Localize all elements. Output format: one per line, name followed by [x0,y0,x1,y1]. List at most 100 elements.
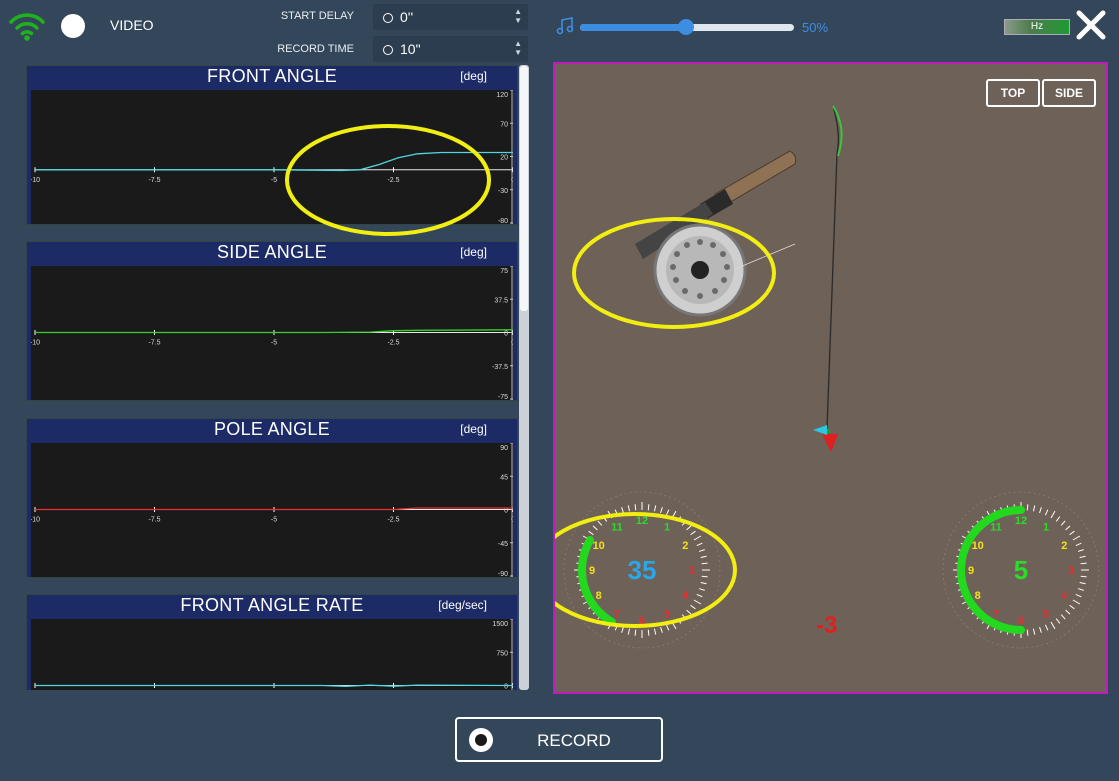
gauge-tick [1055,516,1061,522]
x-tick-label: -2.5 [387,177,399,184]
chart-plot: -10-7.5-5-2.5090450-45-90 [31,443,513,577]
gauge-tick [698,549,705,552]
chart-title: SIDE ANGLE [216,242,328,262]
volume-slider-fill [580,24,686,31]
gauge-hour-label: 12 [636,515,648,527]
gauge-tick [1079,581,1086,585]
gauge-hour-label: 3 [1068,565,1074,577]
gauge-tick [653,505,657,512]
gauge-tick [693,535,702,541]
x-tick-label: -10 [31,517,40,524]
gauge-hour-label: 6 [1018,615,1024,627]
gauge-tick [665,624,670,631]
gauge-hour-label: 8 [596,590,602,602]
chart-plot: -10-7.5-5-2.501207020-30-80 [31,90,513,224]
gauge-hour-label: 8 [975,590,981,602]
record-time-label: RECORD TIME [277,43,354,55]
charts-panel[interactable]: FRONT ANGLE [deg] -10 -7.5 -5 -2.5 0 120 70 20 -… [26,65,518,690]
y-tick-label: 120 [496,92,508,99]
volume-slider-knob[interactable] [678,19,694,35]
gauge-tick [627,505,631,512]
gauge-tick [700,581,707,585]
x-tick-label: -5 [271,517,277,524]
y-tick-label: 37.5 [494,297,508,304]
center-value: -3 [816,612,838,639]
gauge-tick [665,509,670,516]
chart-front-angle-rate: FRONT ANGLE RATE [deg/sec] -10-7.5-5-2.5… [26,594,518,690]
chart-unit: [deg] [460,245,487,259]
gauge-hour-label: 9 [589,565,595,577]
y-tick-label: 20 [500,155,508,162]
gauge-hour-label: 9 [968,565,974,577]
x-tick-label: -5 [271,177,277,184]
y-tick-label: -90 [498,571,508,577]
gauge-hour-label: 4 [1061,590,1068,602]
gauge-tick [1077,588,1084,591]
y-tick-label: -80 [498,218,508,224]
gauge-tick [696,593,703,598]
x-tick-label: -7.5 [148,340,160,347]
gauge-tick [634,629,637,636]
gauge-hour-label: 1 [664,522,670,534]
music-icon [556,17,574,35]
video-label: VIDEO [110,17,154,33]
y-tick-label: 0 [504,331,508,338]
spinner-arrows-icon: ▲ ▼ [514,7,522,25]
side-view-button[interactable]: SIDE [1042,79,1096,107]
x-tick-label: -5 [271,340,277,347]
video-toggle[interactable] [61,14,85,38]
record-time-select[interactable]: 10" ▲ ▼ [373,36,528,62]
gauge-hour-label: 7 [614,608,620,620]
3d-viewport[interactable]: 12 1 2 3 4 5 6 7 8 9 10 11 35 12 1 2 3 4 5 6 7 8 9 10 11 5 TOP SI… [553,62,1108,694]
gauge-value: 5 [1014,555,1028,585]
chart-unit: [deg/sec] [438,598,487,612]
gauge-tick [1080,562,1087,565]
gauge-tick [1080,575,1087,578]
gauge-tick [1072,535,1081,541]
gauge-tick [627,628,631,635]
gauge-tick [1065,609,1071,615]
gauge-tick [1060,614,1066,620]
gauge-tick [647,504,650,511]
chart-front-angle: FRONT ANGLE [deg] -10-7.5-5-2.501207020-… [26,65,518,225]
y-tick-label: 70 [500,121,508,128]
x-tick-label: -2.5 [387,517,399,524]
gauge-tick [1039,507,1042,514]
scene-drawing: 121234567891011351212345678910115 [555,105,1100,649]
chart-side-angle: SIDE ANGLE [deg] -10-7.5-5-2.507537.50-3… [26,241,518,401]
gauge-tick [621,626,624,633]
y-tick-label: 750 [496,650,508,657]
gauge-tick [653,628,657,635]
gauge-hour-label: 1 [1043,522,1049,534]
gauge-tick [597,520,603,526]
gauge-tick [588,530,594,536]
start-delay-select[interactable]: 0'' ▲ ▼ [373,4,528,30]
volume-percent: 50% [802,20,829,35]
y-tick-label: 45 [500,474,508,481]
timer-icon [383,45,393,55]
gauge-arc [578,536,616,626]
close-icon[interactable] [1074,8,1108,42]
gauge-tick [1079,555,1086,559]
clock-gauge: 1212345678910115 [942,491,1100,649]
wifi-icon [9,13,45,41]
x-tick-label: -2.5 [387,340,399,347]
top-view-button[interactable]: TOP [986,79,1040,107]
record-label: RECORD [537,731,611,750]
spinner-arrows-icon: ▲ ▼ [514,39,522,57]
gauge-hour-label: 5 [664,608,670,620]
x-tick-label: -7.5 [148,177,160,184]
gauge-tick [690,604,696,610]
record-time-value: 10" [400,41,421,57]
start-delay-value: 0'' [400,9,414,25]
gauge-tick [1075,593,1082,598]
record-button[interactable]: RECORD [455,717,663,762]
scrollbar-thumb[interactable] [520,66,528,311]
gauge-value: 35 [628,555,657,585]
gauge-hour-label: 7 [993,608,999,620]
gauge-tick [693,599,702,605]
gauge-hour-label: 4 [682,590,689,602]
chart-title: FRONT ANGLE [207,66,337,86]
y-tick-label: 90 [500,445,508,452]
gauge-tick [1044,624,1049,631]
